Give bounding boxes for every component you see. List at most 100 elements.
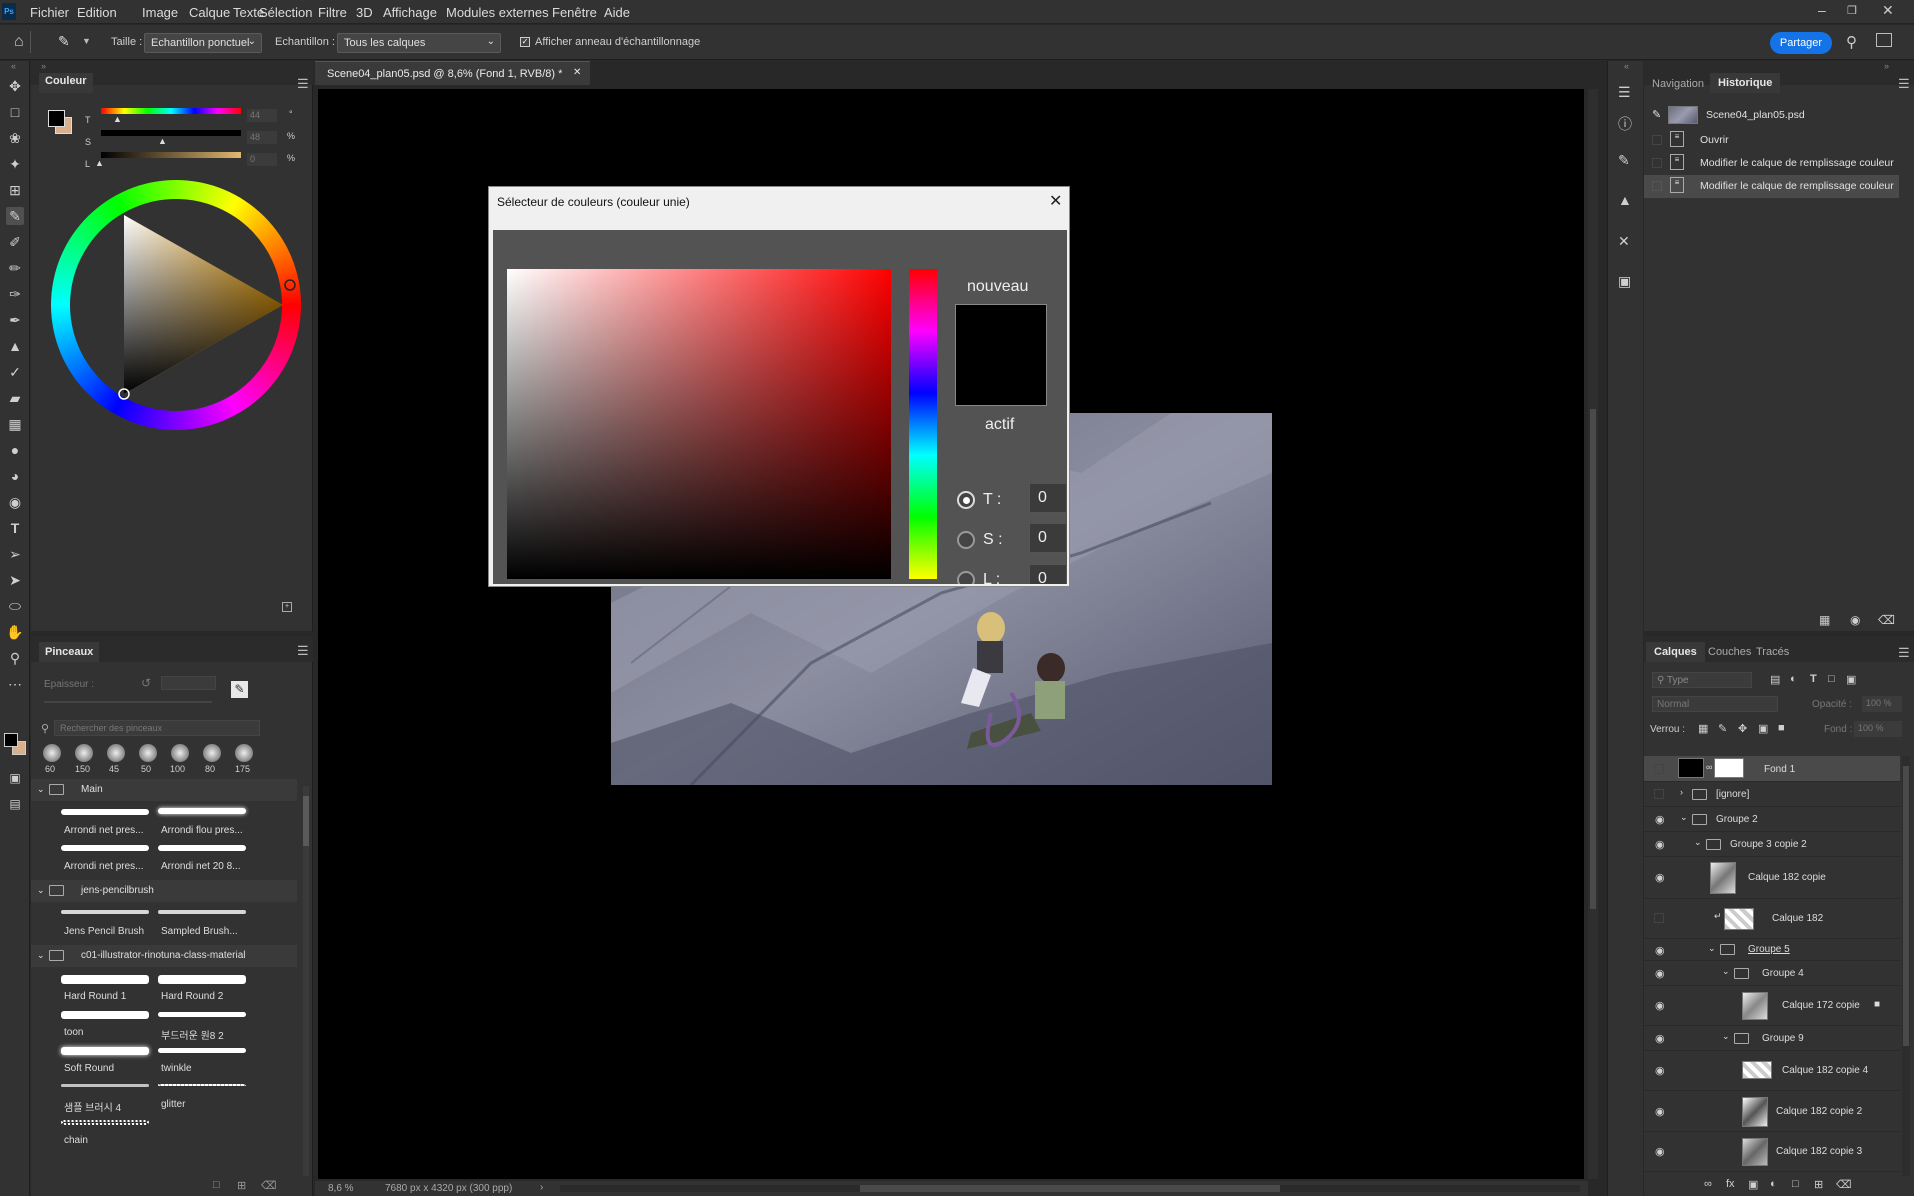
radio-s[interactable] [957,531,975,549]
collapse-icon[interactable]: « [1624,61,1629,71]
dodge-tool-icon[interactable]: ◕ [6,467,24,485]
brush-group-jens[interactable]: ⌄ jens-pencilbrush [31,880,297,902]
more-tools-icon[interactable]: ⋯ [6,675,24,693]
brush-item[interactable]: Arrondi net pres... [64,861,143,872]
brush-item[interactable]: Soft Round [64,1063,114,1074]
eye-icon[interactable]: ◉ [1655,1032,1665,1045]
tab-couleur[interactable]: Couleur [39,73,93,93]
brush-group-main[interactable]: ⌄ Main [31,779,297,801]
tab-pinceaux[interactable]: Pinceaux [39,642,100,662]
move-tool-icon[interactable]: ✥ [6,77,24,95]
panel-menu-icon[interactable]: ☰ [297,76,309,92]
blur-tool-icon[interactable]: ● [6,441,24,459]
adjustments-icon[interactable]: ☰ [1618,84,1631,101]
brush-item[interactable]: Sampled Brush... [161,926,238,937]
trash-icon[interactable]: ⌫ [1836,1178,1852,1191]
scrollbar-thumb[interactable] [860,1185,1280,1192]
brush-group-c01[interactable]: ⌄ c01-illustrator-rinotuna-class-materia… [31,945,297,967]
history-brush-tool-icon[interactable]: ✓ [6,363,24,381]
layer-row-groupe-5[interactable]: ◉ ⌄ Groupe 5 [1644,939,1900,961]
workspace-icon[interactable] [1876,33,1892,47]
collapse-icon[interactable]: » [1884,61,1889,71]
layer-row-groupe-4[interactable]: ◉ ⌄ Groupe 4 [1644,961,1900,986]
adjustment-filter-icon[interactable]: ◐ [1790,673,1797,685]
visibility-toggle[interactable] [1654,764,1664,774]
brush-item[interactable]: Hard Round 2 [161,991,223,1002]
brush-preset-icon[interactable] [235,744,253,762]
home-icon[interactable]: ⌂ [14,33,24,51]
brush-item[interactable]: Arrondi net 20 8... [161,861,241,872]
tab-calques[interactable]: Calques [1646,642,1705,662]
new-brush-icon[interactable]: ⊞ [237,1179,246,1192]
layer-row-groupe-9[interactable]: ◉ ⌄ Groupe 9 [1644,1026,1900,1051]
collapse-icon[interactable]: » [41,61,46,71]
lasso-tool-icon[interactable]: ❀ [6,129,24,147]
layer-row-groupe-3-copie-2[interactable]: ◉ ⌄ Groupe 3 copie 2 [1644,832,1900,857]
layer-row-calque-182-copie[interactable]: ◉ Calque 182 copie [1644,857,1900,899]
document-tab[interactable]: Scene04_plan05.psd @ 8,6% (Fond 1, RVB/8… [315,61,590,85]
layer-row-fond-1[interactable]: ∞ Fond 1 [1644,756,1900,782]
type-tool-icon[interactable]: T [6,519,24,537]
image-filter-icon[interactable]: ▤ [1770,673,1780,686]
color-field[interactable] [507,269,891,579]
tab-navigation[interactable]: Navigation [1652,78,1704,90]
layer-row-calque-182-copie-3[interactable]: ◉ Calque 182 copie 3 [1644,1132,1900,1172]
history-snapshot[interactable]: ✎ Scene04_plan05.psd [1644,104,1899,127]
panel-menu-icon[interactable]: ☰ [297,643,309,659]
path-selection-tool-icon[interactable]: ➤ [6,571,24,589]
lock-position-icon[interactable]: ✥ [1738,722,1747,735]
field-input-s[interactable]: 0 [1029,523,1067,553]
shape-filter-icon[interactable]: □ [1828,673,1835,685]
brush-preset-icon[interactable] [139,744,157,762]
screen-mode-icon[interactable]: ▤ [6,795,24,813]
properties-icon[interactable]: ▣ [1618,273,1631,290]
menu-fenetre[interactable]: Fenêtre [552,5,597,20]
eyedropper-tool-icon[interactable]: ✎ [6,207,24,225]
panel-menu-icon[interactable]: ☰ [1898,645,1910,661]
layers-scrollbar[interactable] [1902,756,1910,1176]
quick-mask-icon[interactable]: ▣ [6,769,24,787]
eraser-tool-icon[interactable]: ▰ [6,389,24,407]
adjustment-layer-icon[interactable]: ◐ [1770,1178,1777,1190]
mixer-brush-tool-icon[interactable]: ✑ [6,285,24,303]
chevron-down-icon[interactable]: ⌄ [1708,943,1716,954]
brush-preset-icon[interactable] [107,744,125,762]
chevron-down-icon[interactable]: ⌄ [1722,966,1730,977]
lock-artboard-icon[interactable]: ▣ [1758,722,1768,735]
brush-tool-icon[interactable]: ✐ [6,233,24,251]
history-brush-icon[interactable]: ✎ [1652,108,1661,121]
visibility-toggle[interactable] [1654,913,1664,923]
brush-preset-icon[interactable] [43,744,61,762]
chevron-right-icon[interactable]: › [540,1182,543,1193]
brush-item[interactable]: toon [64,1027,83,1038]
layer-row-groupe-2[interactable]: ◉ ⌄ Groupe 2 [1644,807,1900,832]
saturation-slider[interactable] [101,130,241,136]
saturation-value[interactable]: 48 [247,131,277,144]
type-filter-icon[interactable]: T [1810,673,1817,685]
brush-preset-icon[interactable] [75,744,93,762]
layer-filter-input[interactable]: ⚲ Type [1652,672,1752,688]
state-checkbox[interactable] [1652,135,1662,145]
foreground-color-swatch[interactable] [48,110,65,127]
magic-wand-tool-icon[interactable]: ✦ [6,155,24,173]
size-field[interactable] [161,676,216,690]
tab-couches[interactable]: Couches [1708,646,1751,658]
brush-item[interactable]: Arrondi flou pres... [161,825,243,836]
lightness-slider[interactable] [101,152,241,158]
pencil-tool-icon[interactable]: ✏ [6,259,24,277]
lightness-value[interactable]: 0 [247,153,277,166]
tool-presets-icon[interactable]: ✕ [1618,233,1630,250]
clone-source-icon[interactable]: ▲ [1618,192,1632,208]
eye-icon[interactable]: ◉ [1655,871,1665,884]
fx-icon[interactable]: fx [1726,1178,1735,1190]
stamp-tool-icon[interactable]: ▲ [6,337,24,355]
new-layer-icon[interactable]: ⊞ [1814,1178,1823,1191]
pen-tool-icon[interactable]: ➢ [6,545,24,563]
layer-row-ignore[interactable]: › [ignore] [1644,782,1900,807]
scrollbar-thumb[interactable] [1590,409,1596,909]
search-icon[interactable]: ⚲ [1846,33,1857,51]
hue-bar[interactable] [909,269,937,579]
history-state-active[interactable]: ≡ Modifier le calque de remplissage coul… [1644,175,1899,198]
field-input-l[interactable]: 0 [1029,564,1067,584]
field-input-t[interactable]: 0 [1029,483,1067,513]
